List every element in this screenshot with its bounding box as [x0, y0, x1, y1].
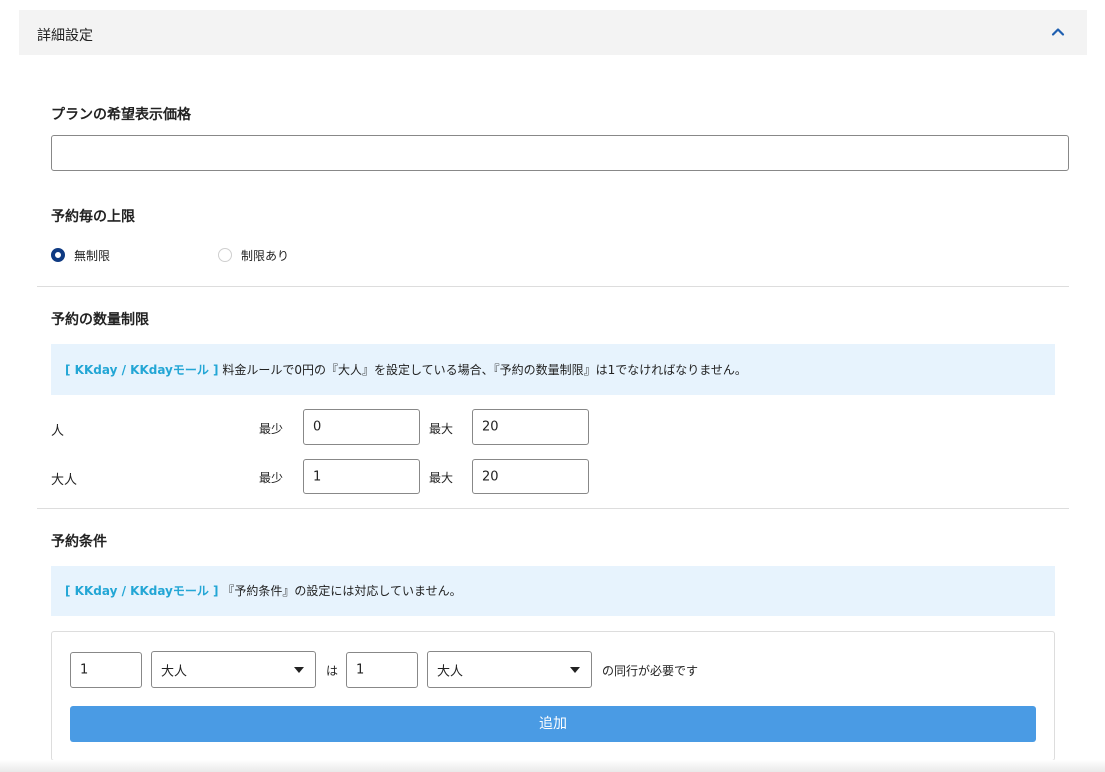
chevron-up-icon[interactable]: [1049, 23, 1067, 41]
dropdown-caret-icon: [570, 666, 580, 673]
quantity-limit-notice: [ KKday / KKdayモール ] 料金ルールで0円の『大人』を設定してい…: [51, 344, 1055, 395]
advanced-settings-header[interactable]: 詳細設定: [19, 10, 1087, 55]
condition-suffix: の同行が必要です: [602, 664, 699, 678]
min-quantity-value: 1: [313, 469, 322, 484]
radio-unlimited-label[interactable]: 無制限: [74, 247, 110, 264]
radio-unlimited[interactable]: [51, 248, 65, 262]
max-quantity-value: 20: [482, 419, 499, 435]
notice-brand: [ KKday / KKdayモール ]: [65, 363, 219, 377]
min-quantity-input[interactable]: 0: [303, 409, 420, 445]
companion-type-value: 大人: [437, 664, 464, 679]
advanced-settings-title: 詳細設定: [37, 28, 93, 44]
notice-text: 『予約条件』の設定には対応していません。: [222, 584, 462, 598]
condition-type-value: 大人: [161, 664, 188, 679]
condition-count-value: 1: [80, 662, 89, 678]
quantity-row-label: 大人: [51, 473, 78, 488]
min-quantity-value: 0: [313, 419, 322, 435]
add-condition-button[interactable]: 追加: [70, 706, 1036, 742]
divider: [37, 508, 1069, 509]
display-price-input[interactable]: [51, 135, 1069, 171]
companion-count-input[interactable]: 1: [346, 652, 418, 688]
quantity-limit-title: 予約の数量制限: [51, 312, 149, 328]
min-quantity-input[interactable]: 1: [303, 459, 420, 494]
conditions-notice: [ KKday / KKdayモール ] 『予約条件』の設定には対応していません…: [51, 566, 1055, 616]
max-quantity-value: 20: [482, 469, 499, 484]
max-label: 最大: [429, 422, 454, 436]
dropdown-caret-icon: [294, 666, 304, 673]
radio-limited[interactable]: [218, 248, 232, 262]
condition-connector: は: [326, 664, 339, 678]
companion-count-value: 1: [356, 662, 365, 678]
max-quantity-input[interactable]: 20: [472, 409, 589, 445]
quantity-row-label: 人: [51, 424, 65, 439]
max-quantity-input[interactable]: 20: [472, 459, 589, 494]
booking-limit-title: 予約毎の上限: [51, 209, 135, 225]
display-price-title: プランの希望表示価格: [51, 107, 191, 123]
max-label: 最大: [429, 471, 454, 485]
notice-brand: [ KKday / KKdayモール ]: [65, 584, 219, 598]
radio-limited-label[interactable]: 制限あり: [241, 247, 289, 264]
divider: [37, 286, 1069, 287]
notice-text: 料金ルールで0円の『大人』を設定している場合、『予約の数量制限』は1でなければな…: [222, 363, 747, 377]
min-label: 最少: [259, 471, 284, 485]
bottom-shadow: [0, 760, 1105, 772]
min-label: 最少: [259, 422, 284, 436]
condition-count-input[interactable]: 1: [70, 652, 142, 688]
conditions-title: 予約条件: [51, 534, 107, 550]
companion-type-select[interactable]: 大人: [427, 651, 592, 688]
condition-type-select[interactable]: 大人: [151, 651, 316, 688]
